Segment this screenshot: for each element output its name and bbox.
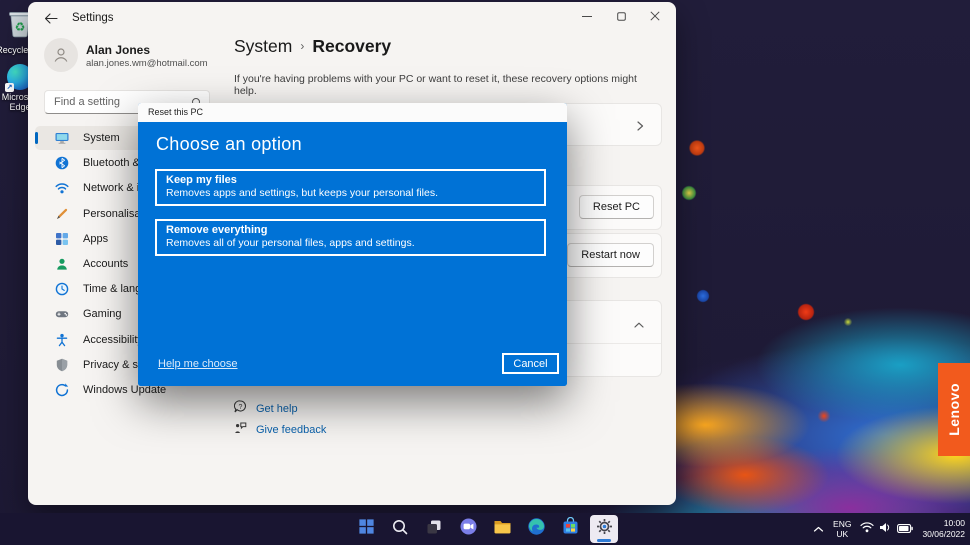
settings-icon <box>595 517 614 541</box>
sidebar-item-label: Apps <box>83 233 108 245</box>
taskbar-file-explorer-button[interactable] <box>488 515 516 543</box>
taskbar: ENG UK 10:00 30/06/2022 <box>0 513 970 545</box>
tray-status-icons[interactable] <box>860 520 913 538</box>
dialog-option-keep-my-files[interactable]: Keep my filesRemoves apps and settings, … <box>155 169 546 206</box>
taskbar-settings-button[interactable] <box>590 515 618 543</box>
taskbar-task-view-button[interactable] <box>420 515 448 543</box>
language-code: ENG <box>833 519 851 529</box>
avatar[interactable] <box>44 38 78 72</box>
taskbar-chat-button[interactable] <box>454 515 482 543</box>
footer-link-label: Give feedback <box>256 424 326 436</box>
taskbar-start-button[interactable] <box>352 515 380 543</box>
search-icon <box>391 518 409 541</box>
accessibility-icon <box>55 333 69 347</box>
shortcut-arrow-icon: ↗ <box>5 83 14 92</box>
dialog-body: Choose an option Keep my filesRemoves ap… <box>138 122 567 386</box>
time-language-icon <box>55 282 69 296</box>
dialog-option-remove-everything[interactable]: Remove everythingRemoves all of your per… <box>155 219 546 256</box>
dialog-heading: Choose an option <box>156 134 302 155</box>
chevron-right-icon <box>635 119 645 137</box>
hidden-icons-chevron-icon[interactable] <box>813 520 824 538</box>
personalisation-icon <box>55 207 69 221</box>
give-feedback-icon <box>234 421 247 439</box>
bluetooth-icon <box>55 156 69 170</box>
page-description: If you're having problems with your PC o… <box>234 73 662 97</box>
start-icon <box>357 517 376 541</box>
search-placeholder: Find a setting <box>54 91 120 113</box>
lenovo-badge-text: Lenovo <box>946 383 962 436</box>
page-title: Recovery <box>312 36 391 56</box>
task-view-icon <box>425 518 443 541</box>
chat-icon <box>459 517 478 541</box>
svg-text:♻: ♻ <box>15 20 26 34</box>
footer-links: ? Get help Give feedback <box>234 398 326 440</box>
option-description: Removes all of your personal files, apps… <box>166 237 535 249</box>
reset-pc-button[interactable]: Reset PC <box>579 195 654 219</box>
breadcrumb-root[interactable]: System <box>234 36 292 56</box>
store-icon <box>561 517 580 541</box>
gaming-icon <box>55 307 69 321</box>
battery-icon <box>897 520 913 538</box>
speaker-icon <box>879 520 892 538</box>
give-feedback-link[interactable]: Give feedback <box>234 419 326 440</box>
system-tray: ENG UK 10:00 30/06/2022 <box>813 513 965 545</box>
taskbar-icons <box>352 515 618 543</box>
get-help-icon: ? <box>234 400 247 418</box>
breadcrumb-separator-icon: › <box>300 39 304 53</box>
profile-email: alan.jones.wm@hotmail.com <box>86 58 208 69</box>
cancel-button[interactable]: Cancel <box>502 353 559 374</box>
sidebar-item-label: Accounts <box>83 258 128 270</box>
help-me-choose-link[interactable]: Help me choose <box>158 358 238 370</box>
option-title: Remove everything <box>166 224 535 236</box>
file-explorer-icon <box>493 517 512 541</box>
taskbar-search-button[interactable] <box>386 515 414 543</box>
back-arrow-icon <box>44 13 58 24</box>
svg-text:?: ? <box>239 403 243 410</box>
window-title: Settings <box>72 12 114 24</box>
profile-name: Alan Jones <box>86 43 150 57</box>
region-code: UK <box>833 529 851 539</box>
network-icon <box>55 181 69 195</box>
tray-time: 10:00 <box>922 518 965 529</box>
restart-now-button[interactable]: Restart now <box>567 243 654 267</box>
reset-this-pc-dialog: Reset this PC Choose an option Keep my f… <box>138 103 567 386</box>
taskbar-edge-button[interactable] <box>522 515 550 543</box>
language-indicator[interactable]: ENG UK <box>833 519 851 539</box>
apps-icon <box>55 232 69 246</box>
breadcrumb: System › Recovery <box>234 36 391 57</box>
privacy-security-icon <box>55 358 69 372</box>
edge-icon <box>527 517 546 541</box>
wifi-icon <box>860 520 874 538</box>
windows-update-icon <box>55 383 69 397</box>
option-description: Removes apps and settings, but keeps you… <box>166 187 535 199</box>
taskbar-store-button[interactable] <box>556 515 584 543</box>
dialog-title: Reset this PC <box>138 103 567 122</box>
get-help-link[interactable]: ? Get help <box>234 398 326 419</box>
chevron-up-icon <box>633 316 645 334</box>
sidebar-item-label: System <box>83 132 120 144</box>
clock[interactable]: 10:00 30/06/2022 <box>922 518 965 540</box>
accounts-icon <box>55 257 69 271</box>
back-button[interactable] <box>38 8 64 28</box>
tray-date: 30/06/2022 <box>922 529 965 540</box>
lenovo-wallpaper-badge: Lenovo <box>938 363 970 456</box>
system-icon <box>55 131 69 145</box>
option-title: Keep my files <box>166 174 535 186</box>
person-icon <box>52 46 70 64</box>
footer-link-label: Get help <box>256 403 298 415</box>
sidebar-item-label: Gaming <box>83 308 122 320</box>
sidebar-item-label: Accessibility <box>83 334 143 346</box>
